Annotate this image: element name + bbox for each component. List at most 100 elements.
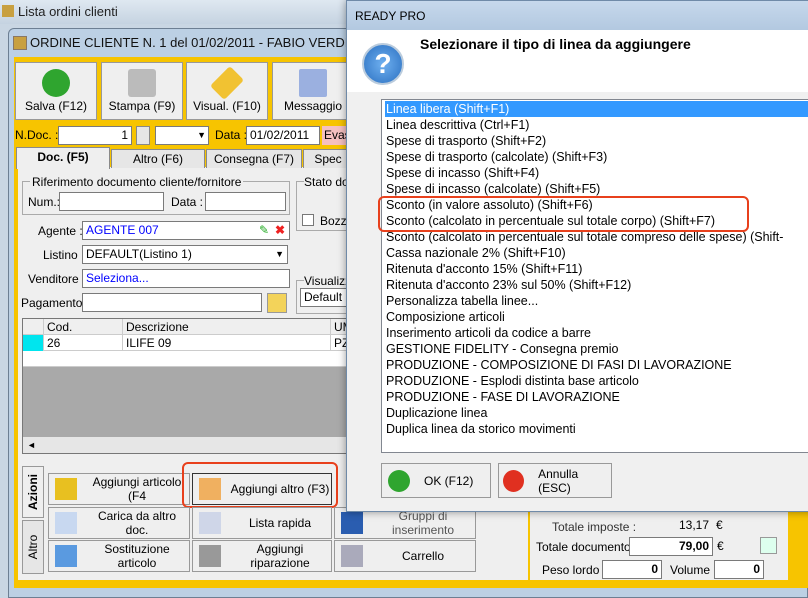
list-item[interactable]: Spese di trasporto (calcolate) (Shift+F3… [385,149,808,165]
ok-button[interactable]: OK (F12) [381,463,491,498]
box-add-icon [55,478,77,500]
rif-data-label: Data : [171,195,204,209]
totale-documento-value: 79,00 [629,537,713,556]
venditore-label: Venditore : [28,272,86,286]
dialog-heading: Selezionare il tipo di linea da aggiunge… [420,36,691,52]
zoom-icon[interactable] [760,537,777,554]
scroll-left-icon[interactable]: ◄ [23,440,36,450]
totale-documento-label: Totale documento : [536,540,638,554]
list-item[interactable]: Cassa nazionale 2% (Shift+F10) [385,245,808,261]
list-item[interactable]: Duplicazione linea [385,405,808,421]
background-window-title: Lista ordini clienti [18,4,118,19]
list-item[interactable]: Linea libera (Shift+F1) [385,101,808,117]
tab-consegna[interactable]: Consegna (F7) [206,149,302,168]
list-item[interactable]: Ritenuta d'acconto 23% sul 50% (Shift+F1… [385,277,808,293]
magic-wand-icon [210,66,244,100]
list-item[interactable]: Duplica linea da storico movimenti [385,421,808,437]
order-window-icon [13,36,27,50]
line-type-dialog: READY PRO ? Selezionare il tipo di linea… [346,0,808,512]
volume-field[interactable]: 0 [714,560,764,579]
dialog-title: READY PRO [355,9,426,23]
add-repair-button[interactable]: Aggiungi riparazione [192,540,332,572]
load-from-doc-button[interactable]: Carica da altro doc. [48,507,190,539]
list-item[interactable]: Inserimento articoli da codice a barre [385,325,808,341]
totale-imposte-label: Totale imposte : [552,520,637,534]
list-item[interactable]: Ritenuta d'acconto 15% (Shift+F11) [385,261,808,277]
list-item[interactable]: Spese di incasso (calcolate) (Shift+F5) [385,181,808,197]
app-icon [2,5,14,17]
clear-icon[interactable]: ✖ [275,223,285,237]
scroll-add-icon [199,512,221,534]
list-item[interactable]: Composizione articoli [385,309,808,325]
wrench-icon [199,545,221,567]
replace-article-button[interactable]: Sostituzione articolo [48,540,190,572]
tab-altro-side[interactable]: Altro [22,520,44,574]
series-select[interactable]: ▼ [155,126,209,145]
venditore-field[interactable]: Seleziona... [82,269,290,288]
folder-icon[interactable] [267,293,287,313]
question-icon: ? [362,43,404,85]
pagamento-label: Pagamento : [21,296,90,310]
agente-field[interactable]: AGENTE 007 ✎ ✖ [82,221,290,240]
stato-group-title: Stato do [304,175,349,189]
ndoc-label: N.Doc. : [15,128,59,142]
printer-icon [128,69,156,97]
riferimento-group-title: Riferimento documento cliente/fornitore [30,175,244,189]
check-icon [388,469,410,492]
cancel-button[interactable]: Annulla (ESC) [498,463,612,498]
save-button[interactable]: Salva (F12) [15,62,97,120]
visualizz-group-title: Visualizz [304,274,352,288]
list-item[interactable]: PRODUZIONE - FASE DI LAVORAZIONE [385,389,808,405]
list-item[interactable]: Linea descrittiva (Ctrl+F1) [385,117,808,133]
num-field[interactable] [59,192,164,211]
currency-imposte: € [716,518,723,532]
ndoc-field[interactable]: 1 [58,126,132,145]
pagamento-select[interactable] [82,293,262,312]
message-button[interactable]: Messaggio [272,62,354,120]
rif-data-field[interactable] [205,192,286,211]
bozza-checkbox[interactable] [302,214,314,226]
grid-check-icon [55,512,77,534]
list-item[interactable]: Personalizza tabella linee... [385,293,808,309]
chevron-down-icon: ▼ [275,249,284,259]
chevron-down-icon: ▼ [197,130,206,140]
agente-label: Agente : [38,224,83,238]
add-article-button[interactable]: Aggiungi articolo (F4 [48,473,190,505]
num-label: Num.: [28,195,61,209]
header-descrizione[interactable]: Descrizione [123,319,331,335]
tab-azioni[interactable]: Azioni [22,466,44,518]
swap-icon [55,545,77,567]
print-button[interactable]: Stampa (F9) [101,62,183,120]
data-label: Data : [215,128,248,142]
highlight-box [378,196,749,232]
currency-documento: € [717,539,724,553]
preview-button[interactable]: Visual. (F10) [186,62,268,120]
volume-label: Volume : [670,563,717,577]
cart-button[interactable]: Carrello [334,540,476,572]
order-window-title: ORDINE CLIENTE N. 1 del 01/02/2011 - FAB… [30,35,349,50]
header-cod[interactable]: Cod. [44,319,123,335]
peso-field[interactable]: 0 [602,560,662,579]
listino-label: Listino : [43,248,85,262]
quick-list-button[interactable]: Lista rapida [192,507,332,539]
listino-select[interactable]: DEFAULT(Listino 1) ▼ [82,245,288,264]
list-item[interactable]: Spese di incasso (Shift+F4) [385,165,808,181]
envelope-icon [299,69,327,97]
list-item[interactable]: PRODUZIONE - Esplodi distinta base artic… [385,373,808,389]
list-item[interactable]: GESTIONE FIDELITY - Consegna premio [385,341,808,357]
tab-altro[interactable]: Altro (F6) [111,149,205,168]
date-field[interactable]: 01/02/2011 [246,126,320,145]
peso-label: Peso lordo : [542,563,607,577]
list-item[interactable]: Spese di trasporto (Shift+F2) [385,133,808,149]
tab-doc[interactable]: Doc. (F5) [16,147,110,169]
highlight-box [182,462,338,508]
close-icon [503,469,525,492]
line-type-list[interactable]: Linea libera (Shift+F1) Linea descrittiva… [381,99,808,453]
totale-imposte-value: 13,17 [678,518,709,532]
pencil-icon[interactable]: ✎ [259,223,269,237]
ndoc-button[interactable] [136,126,150,145]
check-icon [42,69,70,97]
list-item[interactable]: PRODUZIONE - COMPOSIZIONE DI FASI DI LAV… [385,357,808,373]
cart-icon [341,545,363,567]
group-add-icon [341,512,363,534]
